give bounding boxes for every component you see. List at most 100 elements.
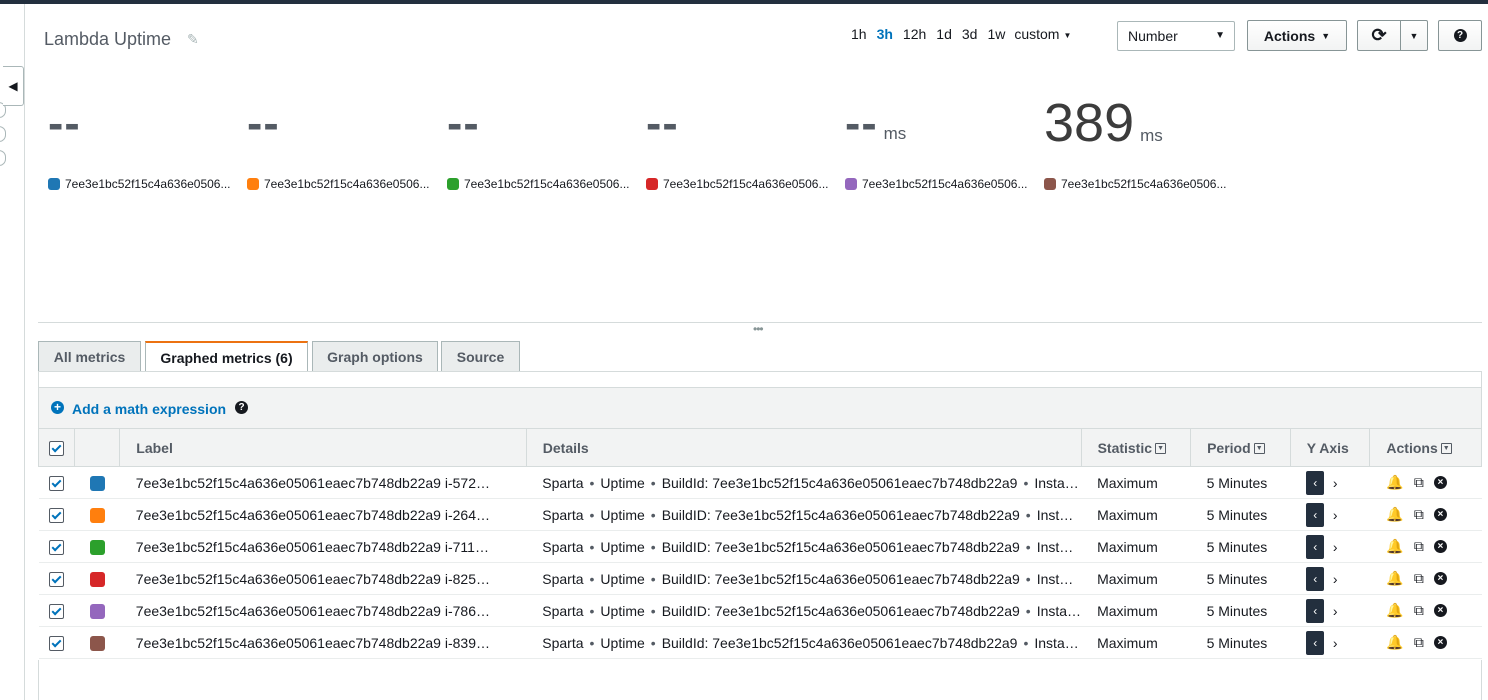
close-icon[interactable]: × (1433, 476, 1447, 490)
pencil-icon[interactable]: ✎ (187, 31, 199, 48)
metric-details[interactable]: Sparta • Uptime • BuildID: 7ee3e1bc52f15c4a6… (526, 562, 1082, 595)
view-type-select[interactable]: Number ▼ (1117, 21, 1235, 51)
color-swatch[interactable] (89, 635, 105, 651)
metric-label[interactable]: 7ee3e1bc52f15c4a636e05061eaec7b748db22a9… (119, 498, 527, 531)
metric-label[interactable]: 7ee3e1bc52f15c4a636e05061eaec7b748db22a9… (119, 562, 527, 595)
time-range-1d[interactable]: 1d (931, 26, 957, 42)
table-row[interactable]: 7ee3e1bc52f15c4a636e05061eaec7b748db22a9… (38, 530, 1482, 563)
legend-entry[interactable]: 7ee3e1bc52f15c4a636e0506... (646, 177, 829, 191)
drag-handle-icon[interactable]: ••• (753, 322, 764, 336)
statistic-cell[interactable]: Maximum (1081, 466, 1191, 499)
time-range-1h[interactable]: 1h (846, 26, 872, 42)
actions-header[interactable]: Actions ▼ (1369, 428, 1482, 467)
tab-all-metrics[interactable]: All metrics (38, 341, 141, 371)
metric-details[interactable]: Sparta • Uptime • BuildID: 7ee3e1bc52f15c4a6… (526, 498, 1082, 531)
legend-entry[interactable]: 7ee3e1bc52f15c4a636e0506... (447, 177, 630, 191)
dropdown-icon[interactable]: ▼ (1440, 443, 1452, 455)
close-icon[interactable]: × (1433, 540, 1447, 554)
chevron-left-icon[interactable]: ‹ (1306, 470, 1325, 495)
time-range-12h[interactable]: 12h (898, 26, 931, 42)
metric-details[interactable]: Sparta • Uptime • BuildId: 7ee3e1bc52f15c4a6… (526, 466, 1082, 499)
chevron-left-icon[interactable]: ‹ (1306, 534, 1325, 559)
chevron-left-icon[interactable]: ‹ (1306, 630, 1325, 655)
legend-entry[interactable]: 7ee3e1bc52f15c4a636e0506... (48, 177, 231, 191)
period-cell[interactable]: 5 Minutes (1190, 466, 1291, 499)
chevron-right-icon[interactable]: › (1326, 635, 1344, 651)
refresh-options-button[interactable]: ▼ (1400, 20, 1428, 51)
dashboard-title[interactable]: Lambda Uptime (44, 29, 171, 50)
row-checkbox[interactable] (48, 635, 64, 651)
row-checkbox[interactable] (48, 539, 64, 555)
collapse-panel-button[interactable]: ◀ (3, 66, 24, 106)
chevron-left-icon[interactable]: ‹ (1306, 598, 1325, 623)
close-icon[interactable]: × (1433, 572, 1447, 586)
help-button[interactable]: ? (1438, 20, 1482, 51)
metric-details[interactable]: Sparta • Uptime • BuildID: 7ee3e1bc52f15c4a6… (526, 594, 1082, 627)
add-math-expression-link[interactable]: Add a math expression (72, 401, 226, 417)
statistic-cell[interactable]: Maximum (1081, 530, 1191, 563)
close-icon[interactable]: × (1433, 604, 1447, 618)
statistic-cell[interactable]: Maximum (1081, 626, 1191, 659)
metric-details[interactable]: Sparta • Uptime • BuildID: 7ee3e1bc52f15c4a6… (526, 530, 1082, 563)
chevron-right-icon[interactable]: › (1326, 507, 1344, 523)
metric-label[interactable]: 7ee3e1bc52f15c4a636e05061eaec7b748db22a9… (119, 626, 527, 659)
duplicate-icon[interactable]: ⧉ (1410, 602, 1428, 619)
color-swatch[interactable] (89, 507, 105, 523)
row-checkbox[interactable] (48, 507, 64, 523)
bell-icon[interactable]: 🔔 (1386, 602, 1404, 619)
time-range-custom[interactable]: custom ▼ (1010, 26, 1075, 42)
period-cell[interactable]: 5 Minutes (1190, 498, 1291, 531)
duplicate-icon[interactable]: ⧉ (1410, 506, 1428, 523)
statistic-cell[interactable]: Maximum (1081, 562, 1191, 595)
legend-entry[interactable]: 7ee3e1bc52f15c4a636e0506... (1044, 177, 1227, 191)
chevron-right-icon[interactable]: › (1326, 539, 1344, 555)
table-row[interactable]: 7ee3e1bc52f15c4a636e05061eaec7b748db22a9… (38, 498, 1482, 531)
chevron-left-icon[interactable]: ‹ (1306, 566, 1325, 591)
row-checkbox[interactable] (48, 603, 64, 619)
bell-icon[interactable]: 🔔 (1386, 570, 1404, 587)
period-cell[interactable]: 5 Minutes (1190, 594, 1291, 627)
details-header[interactable]: Details (525, 428, 1082, 467)
metric-label[interactable]: 7ee3e1bc52f15c4a636e05061eaec7b748db22a9… (119, 530, 527, 563)
actions-button[interactable]: Actions ▼ (1247, 20, 1347, 51)
table-row[interactable]: 7ee3e1bc52f15c4a636e05061eaec7b748db22a9… (38, 594, 1482, 627)
duplicate-icon[interactable]: ⧉ (1410, 538, 1428, 555)
tab-graph-options[interactable]: Graph options (312, 341, 438, 371)
duplicate-icon[interactable]: ⧉ (1410, 570, 1428, 587)
duplicate-icon[interactable]: ⧉ (1410, 474, 1428, 491)
bell-icon[interactable]: 🔔 (1386, 506, 1404, 523)
statistic-cell[interactable]: Maximum (1081, 498, 1191, 531)
refresh-button[interactable]: ⟳ (1357, 20, 1401, 51)
time-range-1w[interactable]: 1w (982, 26, 1010, 42)
chevron-right-icon[interactable]: › (1326, 475, 1344, 491)
statistic-header[interactable]: Statistic ▼ (1080, 428, 1192, 467)
table-row[interactable]: 7ee3e1bc52f15c4a636e05061eaec7b748db22a9… (38, 562, 1482, 595)
period-cell[interactable]: 5 Minutes (1190, 562, 1291, 595)
row-checkbox[interactable] (48, 571, 64, 587)
rail-handle[interactable] (0, 126, 6, 142)
time-range-3h[interactable]: 3h (872, 26, 898, 42)
table-row[interactable]: 7ee3e1bc52f15c4a636e05061eaec7b748db22a9… (38, 626, 1482, 659)
row-checkbox[interactable] (48, 475, 64, 491)
chevron-left-icon[interactable]: ‹ (1306, 502, 1325, 527)
help-icon[interactable]: ? (235, 401, 248, 414)
table-row[interactable]: 7ee3e1bc52f15c4a636e05061eaec7b748db22a9… (38, 466, 1482, 499)
bell-icon[interactable]: 🔔 (1386, 634, 1404, 651)
chevron-right-icon[interactable]: › (1326, 571, 1344, 587)
dropdown-icon[interactable]: ▼ (1155, 443, 1167, 455)
color-swatch[interactable] (89, 475, 105, 491)
statistic-cell[interactable]: Maximum (1081, 594, 1191, 627)
select-all-checkbox[interactable] (48, 440, 64, 456)
color-swatch[interactable] (89, 603, 105, 619)
time-range-3d[interactable]: 3d (957, 26, 983, 42)
metric-label[interactable]: 7ee3e1bc52f15c4a636e05061eaec7b748db22a9… (119, 594, 527, 627)
metric-details[interactable]: Sparta • Uptime • BuildId: 7ee3e1bc52f15c4a6… (526, 626, 1082, 659)
period-header[interactable]: Period ▼ (1190, 428, 1291, 467)
label-header[interactable]: Label (119, 428, 527, 467)
tab-graphed-metrics[interactable]: Graphed metrics (6) (145, 341, 308, 372)
plus-circle-icon[interactable]: + (51, 401, 64, 414)
period-cell[interactable]: 5 Minutes (1190, 626, 1291, 659)
rail-handle[interactable] (0, 150, 6, 166)
metric-label[interactable]: 7ee3e1bc52f15c4a636e05061eaec7b748db22a9… (119, 466, 527, 499)
period-cell[interactable]: 5 Minutes (1190, 530, 1291, 563)
